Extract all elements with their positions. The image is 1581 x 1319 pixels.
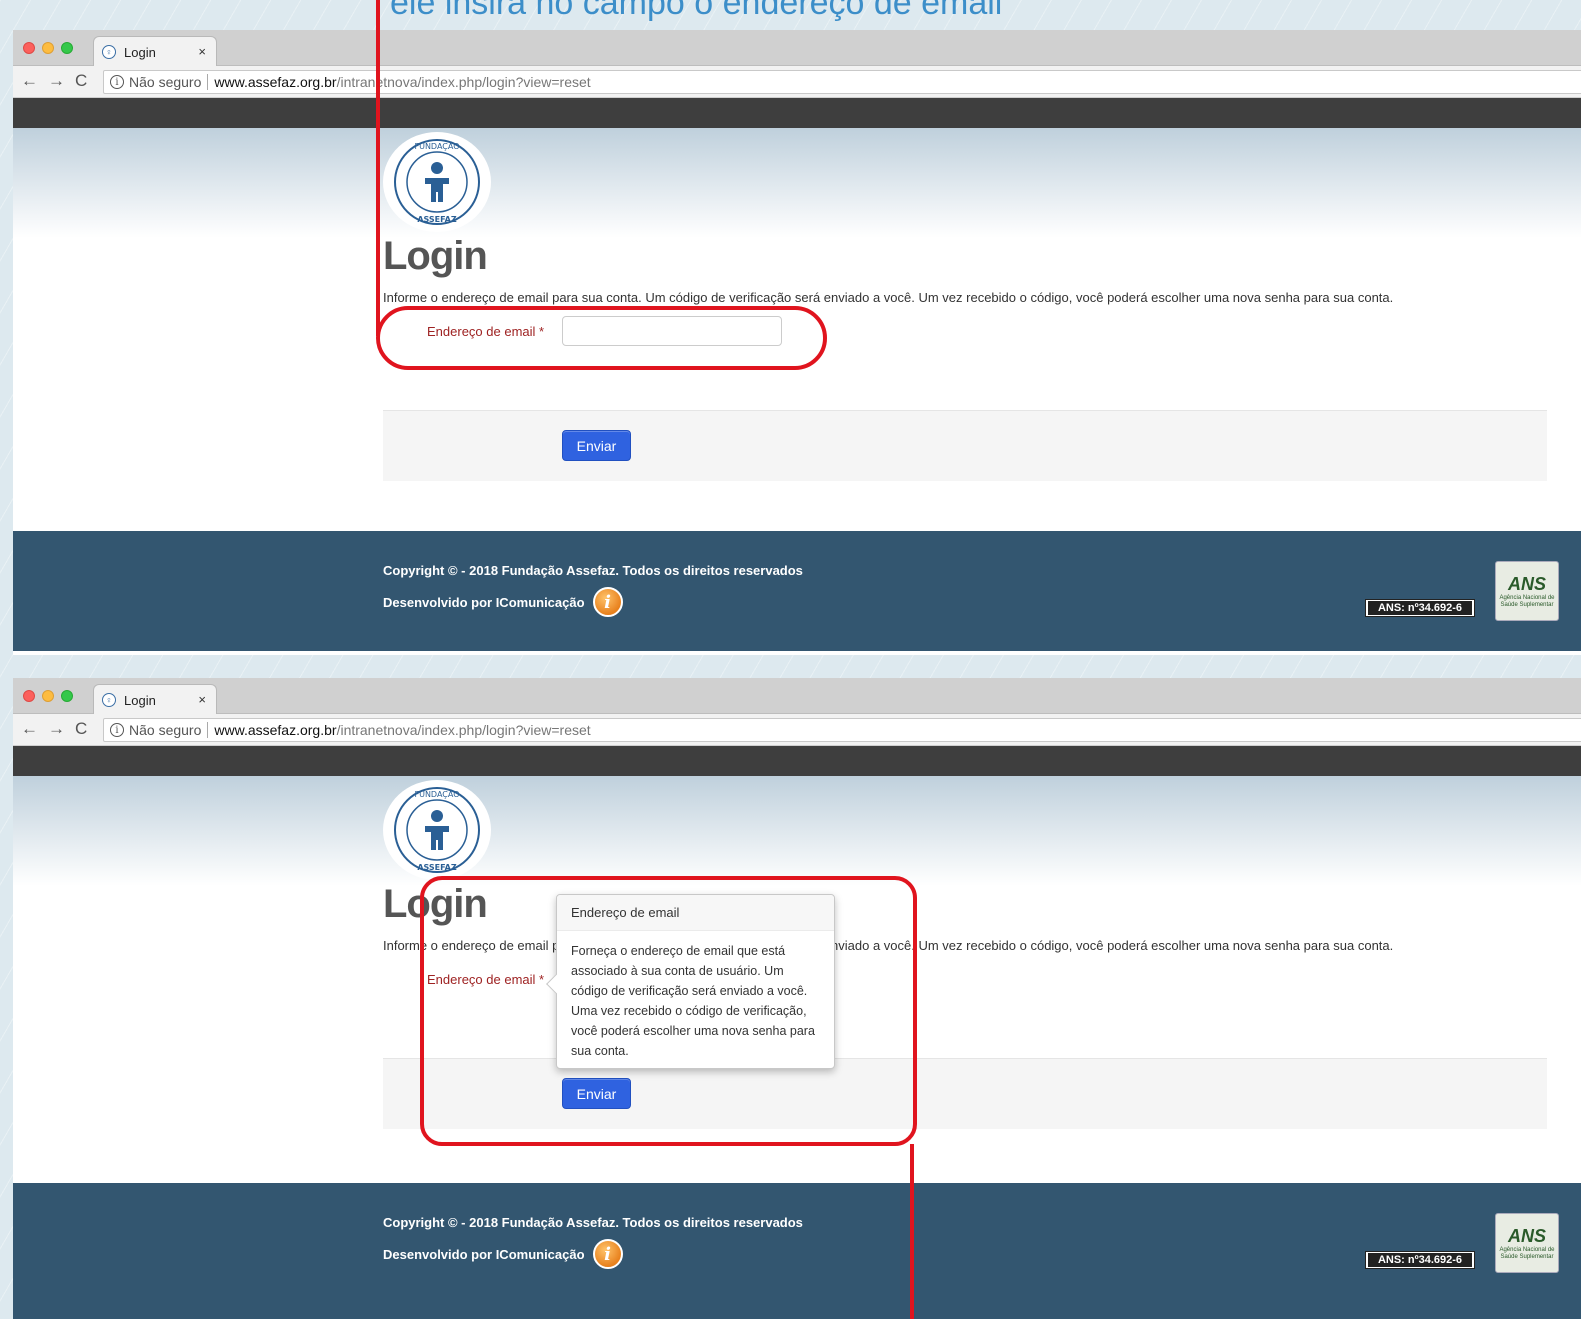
tab-title: Login — [124, 44, 156, 60]
reload-icon[interactable]: C — [75, 719, 87, 739]
annotation-line-2 — [910, 1144, 914, 1319]
minimize-window-button[interactable] — [42, 42, 54, 54]
ans-logo-mark: ANS — [1507, 1225, 1546, 1246]
not-secure-label: Não seguro — [129, 74, 209, 90]
forward-arrow-icon[interactable]: → — [48, 71, 65, 91]
annotation-highlight-email — [376, 306, 827, 370]
window-titlebar: ♀ Login × — [13, 678, 1581, 715]
reload-icon[interactable]: C — [75, 71, 87, 91]
favicon-icon: ♀ — [102, 45, 116, 59]
zoom-window-button[interactable] — [61, 42, 73, 54]
logo-bottom-text: ASSEFAZ — [417, 215, 457, 224]
site-top-bar — [13, 746, 1581, 776]
logo-top-text: FUNDAÇÃO — [414, 141, 459, 151]
forward-arrow-icon[interactable]: → — [48, 719, 65, 739]
icomunicacao-icon[interactable]: i — [592, 1239, 623, 1269]
info-icon[interactable]: i — [110, 723, 124, 737]
favicon-icon: ♀ — [102, 693, 116, 707]
ans-number-badge: ANS: nº34.692-6 — [1365, 1251, 1475, 1269]
copyright-text: Copyright © - 2018 Fundação Assefaz. Tod… — [383, 563, 803, 578]
page-description: Informe o endereço de email para sua con… — [383, 290, 1394, 305]
developed-by-text: Desenvolvido por IComunicação — [383, 594, 585, 610]
site-footer: Copyright © - 2018 Fundação Assefaz. Tod… — [13, 1183, 1581, 1319]
url-field[interactable]: i Não seguro www.assefaz.org.br /intrane… — [103, 70, 1581, 94]
ans-logo-mark: ANS — [1507, 573, 1546, 594]
close-window-button[interactable] — [23, 42, 35, 54]
ans-number: ANS: nº34.692-6 — [1368, 1253, 1472, 1267]
ans-number-badge: ANS: nº34.692-6 — [1365, 599, 1475, 617]
logo-top-text: FUNDAÇÃO — [414, 789, 459, 799]
url-path: /intranetnova/index.php/login?view=reset — [336, 74, 591, 90]
tab-close-icon[interactable]: × — [198, 44, 206, 59]
site-footer: Copyright © - 2018 Fundação Assefaz. Tod… — [13, 531, 1581, 651]
close-window-button[interactable] — [23, 690, 35, 702]
browser-tab[interactable]: ♀ Login × — [93, 36, 217, 67]
developed-by: Desenvolvido por IComunicação i — [383, 1239, 623, 1269]
annotation-line-1 — [376, 0, 380, 336]
developed-by: Desenvolvido por IComunicação i — [383, 587, 623, 617]
ans-logo: ANS Agência Nacional de Saúde Suplementa… — [1495, 1213, 1559, 1273]
url-field[interactable]: i Não seguro www.assefaz.org.br /intrane… — [103, 718, 1581, 742]
ans-logo: ANS Agência Nacional de Saúde Suplementa… — [1495, 561, 1559, 621]
page-title: Login — [383, 234, 488, 278]
back-arrow-icon[interactable]: ← — [21, 719, 38, 739]
url-host: www.assefaz.org.br — [214, 722, 337, 738]
assefaz-logo: FUNDAÇÃO ASSEFAZ — [383, 780, 491, 880]
site-top-bar — [13, 98, 1581, 128]
url-path: /intranetnova/index.php/login?view=reset — [336, 722, 591, 738]
browser-tab[interactable]: ♀ Login × — [93, 684, 217, 715]
form-actions: Enviar — [383, 410, 1547, 481]
not-secure-label: Não seguro — [129, 722, 209, 738]
ans-logo-sub: Agência Nacional de Saúde Suplementar — [1499, 1246, 1555, 1260]
tutorial-caption: ele insira no campo o endereço de email — [390, 0, 1003, 22]
assefaz-logo: FUNDAÇÃO ASSEFAZ — [383, 132, 491, 232]
annotation-highlight-popover — [420, 876, 917, 1146]
address-bar: ← → C i Não seguro www.assefaz.org.br /i… — [13, 66, 1581, 98]
url-host: www.assefaz.org.br — [214, 74, 337, 90]
ans-logo-sub: Agência Nacional de Saúde Suplementar — [1499, 594, 1555, 608]
zoom-window-button[interactable] — [61, 690, 73, 702]
back-arrow-icon[interactable]: ← — [21, 71, 38, 91]
window-titlebar: ♀ Login × — [13, 30, 1581, 67]
developed-by-text: Desenvolvido por IComunicação — [383, 1246, 585, 1262]
tab-title: Login — [124, 692, 156, 708]
submit-button[interactable]: Enviar — [562, 430, 631, 461]
icomunicacao-icon[interactable]: i — [592, 587, 623, 617]
copyright-text: Copyright © - 2018 Fundação Assefaz. Tod… — [383, 1215, 803, 1230]
address-bar: ← → C i Não seguro www.assefaz.org.br /i… — [13, 714, 1581, 746]
minimize-window-button[interactable] — [42, 690, 54, 702]
ans-number: ANS: nº34.692-6 — [1368, 601, 1472, 615]
tab-close-icon[interactable]: × — [198, 692, 206, 707]
logo-bottom-text: ASSEFAZ — [417, 863, 457, 872]
info-icon[interactable]: i — [110, 75, 124, 89]
